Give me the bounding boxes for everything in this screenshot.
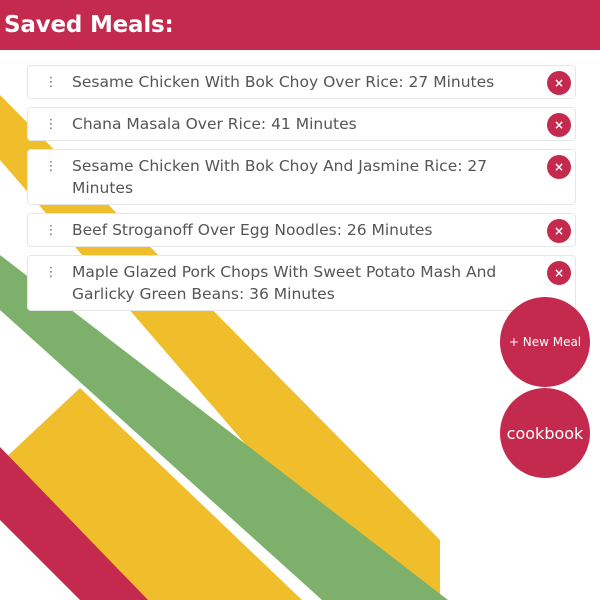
drag-handle-icon[interactable]: ⋮ (44, 116, 58, 134)
list-item[interactable]: ⋮ Sesame Chicken With Bok Choy Over Rice:… (27, 65, 576, 99)
delete-meal-button[interactable]: × (547, 219, 571, 243)
page-title: Saved Meals: (4, 12, 174, 38)
meal-label: Chana Masala Over Rice: 41 Minutes (72, 115, 357, 133)
delete-meal-button[interactable]: × (547, 261, 571, 285)
delete-meal-button[interactable]: × (547, 71, 571, 95)
drag-handle-icon[interactable]: ⋮ (44, 222, 58, 240)
meal-label: Sesame Chicken With Bok Choy And Jasmine… (72, 157, 488, 197)
meal-label: Maple Glazed Pork Chops With Sweet Potat… (72, 263, 497, 303)
cookbook-button[interactable]: cookbook (500, 388, 590, 478)
list-item[interactable]: ⋮ Maple Glazed Pork Chops With Sweet Pota… (27, 255, 576, 311)
new-meal-button[interactable]: + New Meal (500, 297, 590, 387)
meal-label: Sesame Chicken With Bok Choy Over Rice: … (72, 73, 495, 91)
list-item[interactable]: ⋮ Beef Stroganoff Over Egg Noodles: 26 Mi… (27, 213, 576, 247)
drag-handle-icon[interactable]: ⋮ (44, 158, 58, 176)
list-item[interactable]: ⋮ Chana Masala Over Rice: 41 Minutes × (27, 107, 576, 141)
saved-meals-page: Saved Meals: ⋮ Sesame Chicken With Bok Ch… (0, 0, 600, 600)
delete-meal-button[interactable]: × (547, 113, 571, 137)
meal-label: Beef Stroganoff Over Egg Noodles: 26 Min… (72, 221, 433, 239)
list-item[interactable]: ⋮ Sesame Chicken With Bok Choy And Jasmin… (27, 149, 576, 205)
saved-meals-list: ⋮ Sesame Chicken With Bok Choy Over Rice:… (27, 65, 576, 319)
drag-handle-icon[interactable]: ⋮ (44, 264, 58, 282)
delete-meal-button[interactable]: × (547, 155, 571, 179)
header-bar: Saved Meals: (0, 0, 600, 50)
drag-handle-icon[interactable]: ⋮ (44, 74, 58, 92)
